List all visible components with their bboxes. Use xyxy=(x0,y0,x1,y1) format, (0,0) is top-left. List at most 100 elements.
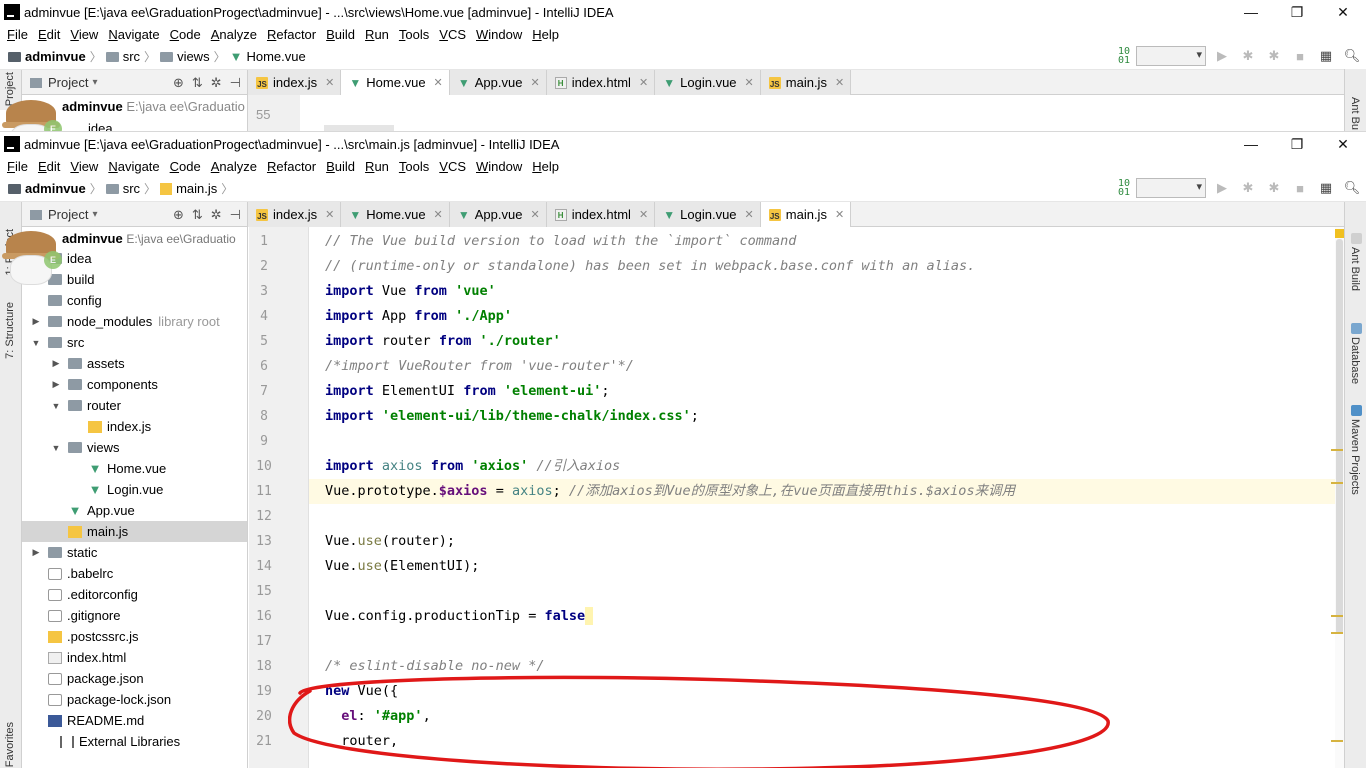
tab-app-vue[interactable]: ▼ App.vue ✕ xyxy=(449,70,547,95)
collapse-arrow-icon[interactable]: ▼ xyxy=(30,338,42,348)
code-line[interactable]: import Vue from 'vue' xyxy=(309,279,1335,304)
breadcrumb-file[interactable]: main.js 〉 xyxy=(160,180,233,197)
collapse-arrow-icon[interactable]: ▼ xyxy=(50,401,62,411)
maven-projects-tab[interactable]: Maven Projects xyxy=(1349,419,1361,495)
menu-code[interactable]: Code xyxy=(165,159,206,174)
tree-item[interactable]: ▼ App.vue xyxy=(22,500,247,521)
code-line[interactable]: import 'element-ui/lib/theme-chalk/index… xyxy=(309,404,1335,429)
front-project-header[interactable]: Project ▾ ⊕ ⇅ ✲ ⊣ xyxy=(22,202,248,227)
debug-icon[interactable]: ✱ xyxy=(1238,46,1258,66)
breadcrumb-project[interactable]: adminvue 〉 xyxy=(8,180,102,197)
code-line[interactable]: // (runtime-only or standalone) has been… xyxy=(309,254,1335,279)
close-tab-icon[interactable]: ✕ xyxy=(530,208,539,221)
menu-build[interactable]: Build xyxy=(321,159,360,174)
front-title-bar[interactable]: adminvue [E:\java ee\GraduationProgect\a… xyxy=(0,132,1366,156)
tab-app-vue[interactable]: ▼ App.vue ✕ xyxy=(449,202,547,227)
close-tab-icon[interactable]: ✕ xyxy=(434,76,443,89)
menu-window[interactable]: Window xyxy=(471,159,527,174)
tree-item[interactable]: ▼ Home.vue xyxy=(22,458,247,479)
code-line[interactable]: Vue.use(router); xyxy=(309,529,1335,554)
menu-analyze[interactable]: Analyze xyxy=(206,159,262,174)
close-tab-icon[interactable]: ✕ xyxy=(639,76,648,89)
menu-vcs[interactable]: VCS xyxy=(434,27,471,42)
code-line[interactable]: import axios from 'axios' //引入axios xyxy=(309,454,1335,479)
tree-item[interactable]: ▼ router xyxy=(22,395,247,416)
code-line[interactable]: import router from './router' xyxy=(309,329,1335,354)
debug-icon[interactable]: ✱ xyxy=(1238,178,1258,198)
menu-tools[interactable]: Tools xyxy=(394,27,434,42)
tree-item[interactable]: .gitignore xyxy=(22,605,247,626)
close-button[interactable]: ✕ xyxy=(1320,0,1366,24)
tab-index-js[interactable]: JS index.js ✕ xyxy=(248,70,342,95)
tree-item[interactable]: index.js xyxy=(22,416,247,437)
tab-main-js[interactable]: JS main.js ✕ xyxy=(760,202,852,227)
tree-item[interactable]: ▼ src xyxy=(22,332,247,353)
code-line[interactable]: Vue.use(ElementUI); xyxy=(309,554,1335,579)
code-line[interactable]: // The Vue build version to load with th… xyxy=(309,229,1335,254)
close-tab-icon[interactable]: ✕ xyxy=(745,76,754,89)
restore-button[interactable]: ❐ xyxy=(1274,0,1320,24)
run-icon[interactable]: ▶ xyxy=(1212,178,1232,198)
menu-analyze[interactable]: Analyze xyxy=(206,27,262,42)
code-line[interactable] xyxy=(309,504,1335,529)
code-editor[interactable]: // The Vue build version to load with th… xyxy=(309,227,1335,768)
menu-file[interactable]: File xyxy=(2,27,33,42)
tree-item[interactable]: ▶ components xyxy=(22,374,247,395)
tab-login-vue[interactable]: ▼ Login.vue ✕ xyxy=(655,70,761,95)
tab-index-js[interactable]: JS index.js ✕ xyxy=(248,202,342,227)
code-line[interactable]: Vue.prototype.$axios = axios; //添加axios到… xyxy=(309,479,1335,504)
code-line[interactable]: /*import VueRouter from 'vue-router'*/ xyxy=(309,354,1335,379)
tab-login-vue[interactable]: ▼ Login.vue ✕ xyxy=(655,202,761,227)
code-line[interactable]: import App from './App' xyxy=(309,304,1335,329)
back-project-header[interactable]: Project ▾ ⊕ ⇅ ✲ ⊣ xyxy=(22,70,248,95)
menu-help[interactable]: Help xyxy=(527,159,564,174)
structure-tool-tab[interactable]: 7: Structure xyxy=(4,302,16,359)
editor-scrollbar[interactable] xyxy=(1336,239,1343,634)
close-tab-icon[interactable]: ✕ xyxy=(745,208,754,221)
expand-arrow-icon[interactable]: ▶ xyxy=(50,358,62,369)
project-root[interactable]: adminvue E:\java ee\Graduatio xyxy=(62,99,245,114)
hide-icon[interactable]: ⊣ xyxy=(230,75,241,91)
tree-item[interactable]: ▶ assets xyxy=(22,353,247,374)
gear-icon[interactable]: ✲ xyxy=(211,75,222,91)
menu-view[interactable]: View xyxy=(65,27,103,42)
ant-build-tab[interactable]: Ant Build xyxy=(1349,247,1361,291)
menu-code[interactable]: Code xyxy=(165,27,206,42)
tree-item[interactable]: ▼ Login.vue xyxy=(22,479,247,500)
menu-run[interactable]: Run xyxy=(360,27,394,42)
back-title-bar[interactable]: adminvue [E:\java ee\GraduationProgect\a… xyxy=(0,0,1366,24)
code-line[interactable] xyxy=(309,429,1335,454)
code-line[interactable]: import ElementUI from 'element-ui'; xyxy=(309,379,1335,404)
tab-index-html[interactable]: Hindex.html ✕ xyxy=(546,70,656,95)
expand-arrow-icon[interactable]: ▶ xyxy=(50,379,62,390)
menu-help[interactable]: Help xyxy=(527,27,564,42)
collapse-icon[interactable]: ⇅ xyxy=(192,75,203,91)
tree-item[interactable]: ▼ views xyxy=(22,437,247,458)
error-stripe[interactable] xyxy=(1331,227,1344,768)
menu-refactor[interactable]: Refactor xyxy=(262,27,321,42)
close-tab-icon[interactable]: ✕ xyxy=(835,76,844,89)
hide-icon[interactable]: ⊣ xyxy=(230,207,241,223)
tree-item[interactable]: ▶ static xyxy=(22,542,247,563)
code-line[interactable]: /* eslint-disable no-new */ xyxy=(309,654,1335,679)
tree-item[interactable]: README.md xyxy=(22,710,247,731)
project-structure-icon[interactable]: ▦ xyxy=(1316,178,1336,198)
code-line[interactable]: new Vue({ xyxy=(309,679,1335,704)
project-structure-icon[interactable]: ▦ xyxy=(1316,46,1336,66)
close-tab-icon[interactable]: ✕ xyxy=(325,208,334,221)
code-line[interactable]: Vue.config.productionTip = false xyxy=(309,604,1335,629)
search-icon[interactable]: 🔍︎ xyxy=(1342,178,1362,198)
sort-icon[interactable]: 10 01 xyxy=(1118,179,1130,198)
tree-item[interactable]: main.js xyxy=(22,521,247,542)
menu-run[interactable]: Run xyxy=(360,159,394,174)
tree-item[interactable]: ▶ node_modules library root xyxy=(22,311,247,332)
code-line[interactable] xyxy=(309,579,1335,604)
tab-home-vue[interactable]: ▼ Home.vue ✕ xyxy=(341,202,450,227)
restore-button[interactable]: ❐ xyxy=(1274,132,1320,156)
search-icon[interactable]: 🔍︎ xyxy=(1342,46,1362,66)
menu-file[interactable]: File xyxy=(2,159,33,174)
tree-item[interactable]: package.json xyxy=(22,668,247,689)
minimize-button[interactable]: — xyxy=(1228,132,1274,156)
breadcrumb-project[interactable]: adminvue 〉 xyxy=(8,48,102,65)
code-line[interactable]: router, xyxy=(309,729,1335,754)
